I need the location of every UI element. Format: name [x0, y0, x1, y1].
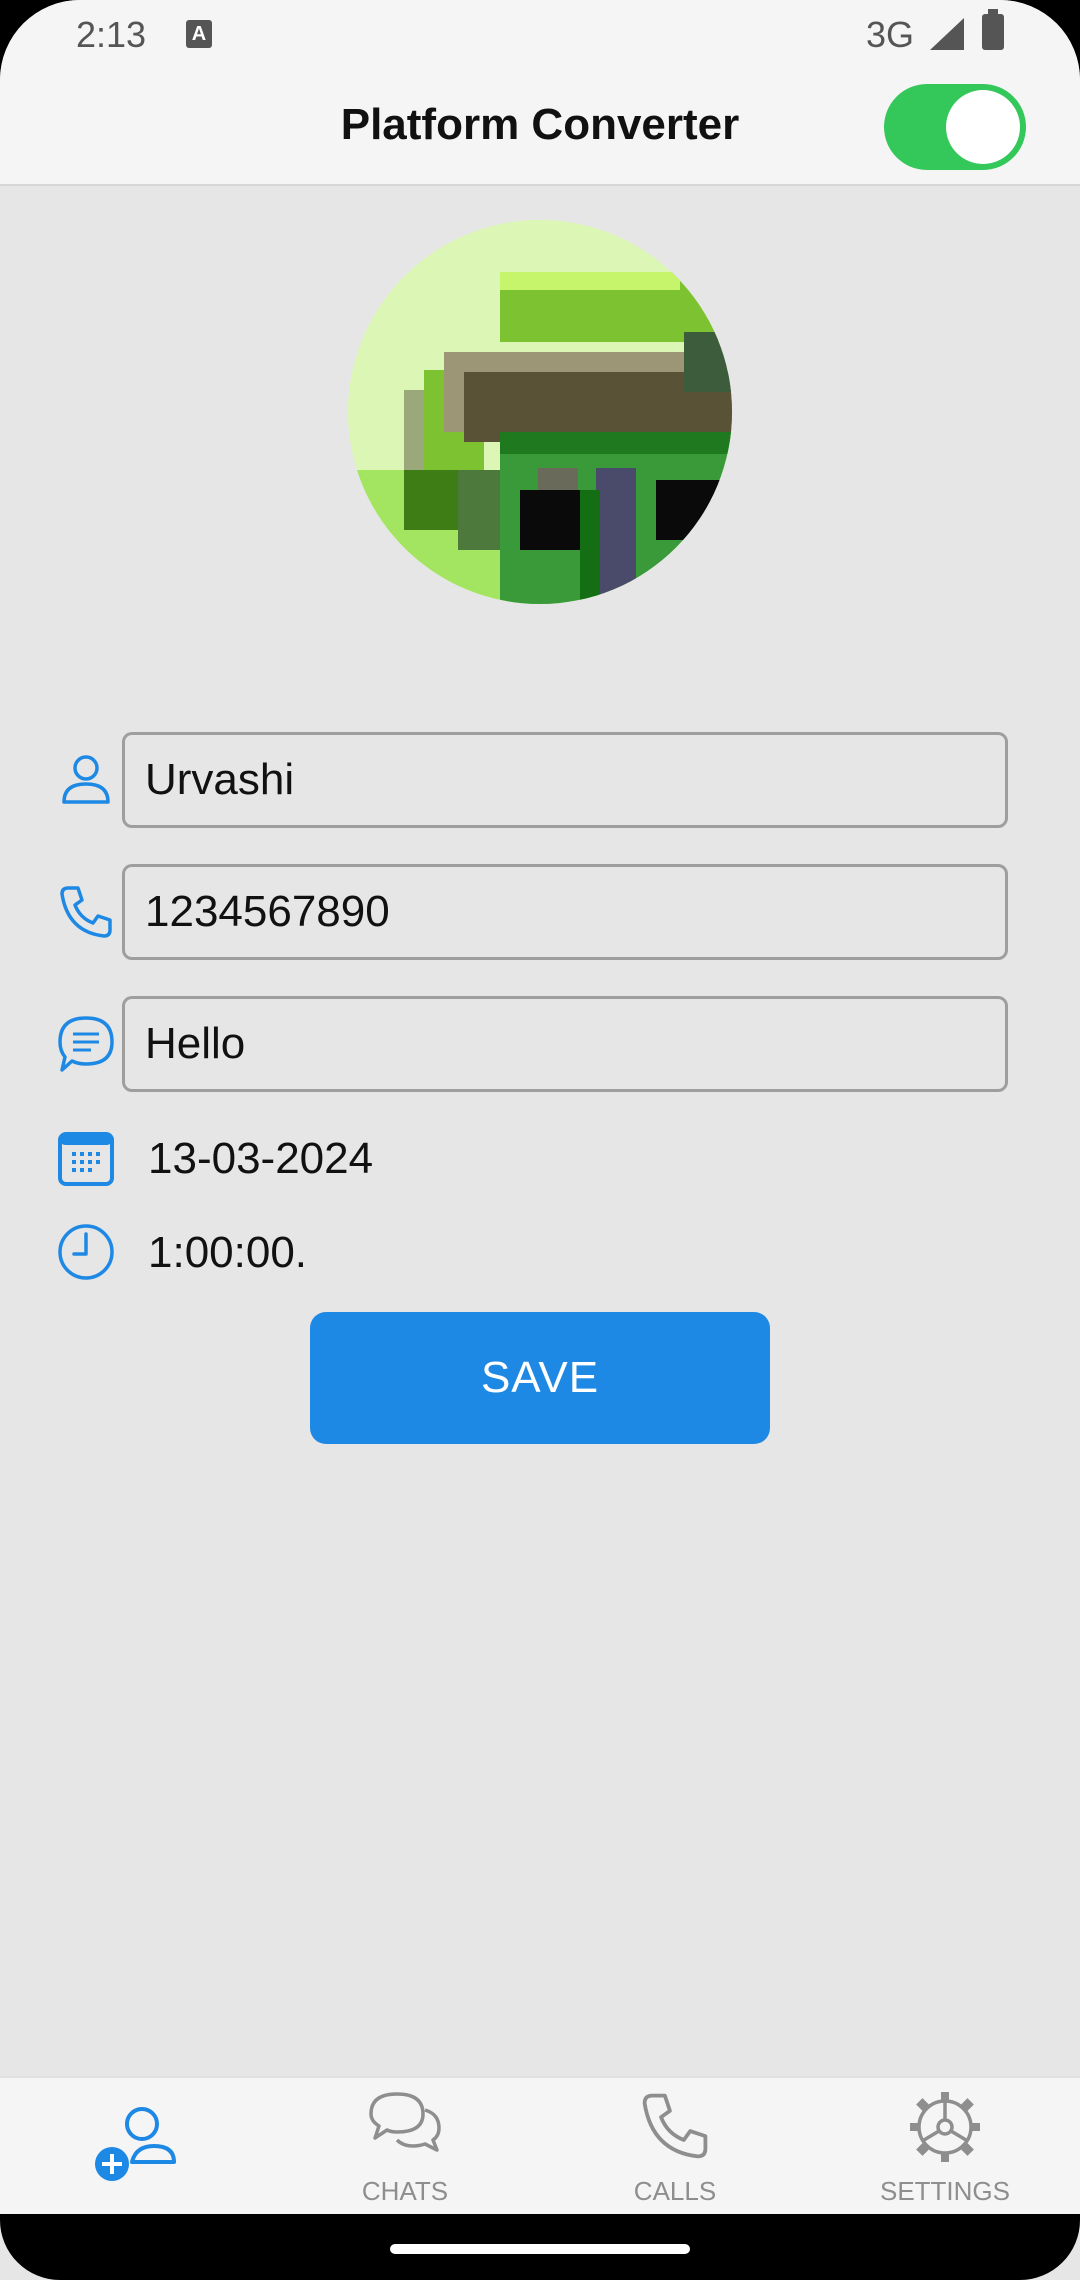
nav-item-chats[interactable]: CHATS	[270, 2078, 540, 2216]
nav-item-add-contact[interactable]	[0, 2078, 270, 2216]
nav-label-calls: CALLS	[633, 2176, 717, 2206]
time-row[interactable]: 1:00:00.	[0, 1218, 1080, 1288]
toggle-knob	[946, 90, 1020, 164]
network-type: 3G	[866, 14, 915, 55]
home-gesture-handle[interactable]	[390, 2244, 690, 2254]
clock-icon	[58, 1224, 114, 1280]
nav-label-settings: SETTINGS	[879, 2176, 1010, 2206]
date-row[interactable]: 13-03-2024	[0, 1124, 1080, 1194]
nav-label-chats: CHATS	[361, 2176, 449, 2206]
phone-icon	[642, 2093, 708, 2159]
profile-avatar[interactable]	[348, 220, 732, 604]
nav-item-settings[interactable]: SETTINGS	[810, 2078, 1080, 2216]
person-icon	[62, 755, 110, 804]
name-row	[0, 732, 1080, 828]
battery-icon	[982, 9, 1004, 50]
add-contact-icon	[95, 2107, 176, 2181]
chat-bubble-icon	[58, 1016, 114, 1072]
time-value: 1:00:00.	[148, 1228, 308, 1277]
bottom-nav: CHATS CALLS SETTINGS	[0, 2076, 1080, 2214]
chats-icon	[369, 2092, 441, 2152]
gesture-area	[0, 2214, 1080, 2280]
status-time: 2:13	[76, 14, 147, 55]
phone-row	[0, 864, 1080, 960]
screen: 2:13 A 3G Platform Converter Urvashi 123…	[0, 0, 1080, 2280]
save-button[interactable]: SAVE	[310, 1312, 770, 1444]
phone-field[interactable]	[122, 864, 1008, 960]
status-bar: 2:13 A 3G	[0, 0, 1080, 72]
signal-icon	[930, 18, 964, 50]
name-field[interactable]	[122, 732, 1008, 828]
message-row	[0, 996, 1080, 1092]
app-bar: Platform Converter	[0, 72, 1080, 186]
calendar-icon	[58, 1132, 114, 1186]
gear-icon	[910, 2092, 980, 2162]
nav-item-calls[interactable]: CALLS	[540, 2078, 810, 2216]
message-field[interactable]	[122, 996, 1008, 1092]
a-icon: A	[186, 20, 212, 48]
platform-toggle[interactable]	[884, 84, 1026, 170]
date-value: 13-03-2024	[148, 1134, 374, 1183]
profile-photo	[348, 220, 732, 604]
phone-icon	[60, 886, 112, 938]
